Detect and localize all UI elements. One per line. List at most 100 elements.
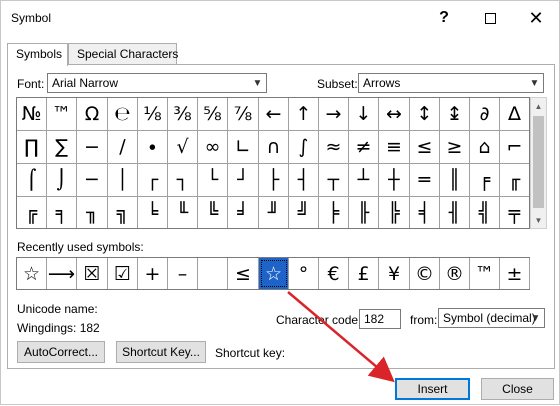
symbol-cell[interactable]: ╜	[259, 197, 289, 228]
recent-symbol-cell[interactable]: ¥	[379, 258, 410, 289]
symbol-cell[interactable]: ⌐	[500, 131, 529, 164]
symbol-cell[interactable]: ↑	[289, 98, 319, 131]
scroll-down-icon[interactable]: ▼	[531, 212, 546, 228]
symbol-cell[interactable]: ∏	[17, 131, 47, 164]
symbol-cell[interactable]: ∆	[500, 98, 529, 131]
symbol-grid-scrollbar[interactable]: ▲ ▼	[530, 97, 547, 229]
symbol-cell[interactable]: ╟	[349, 197, 379, 228]
maximize-button[interactable]	[467, 1, 513, 35]
symbol-cell[interactable]: №	[17, 98, 47, 131]
symbol-cell[interactable]: ╗	[108, 197, 138, 228]
symbol-cell[interactable]: ≠	[349, 131, 379, 164]
recent-symbol-cell[interactable]: £	[349, 258, 379, 289]
symbol-cell[interactable]: ⅜	[168, 98, 198, 131]
symbol-cell[interactable]: ∑	[47, 131, 77, 164]
symbol-cell[interactable]: ╒	[470, 164, 500, 197]
symbol-cell[interactable]: ┴	[349, 164, 379, 197]
symbol-cell[interactable]: ═	[410, 164, 440, 197]
character-code-input[interactable]: 182	[359, 309, 401, 329]
symbol-cell[interactable]: ⌠	[17, 164, 47, 197]
symbol-cell[interactable]: ⅞	[228, 98, 259, 131]
recent-symbol-cell[interactable]: ™	[470, 258, 500, 289]
symbol-cell[interactable]: ╞	[319, 197, 349, 228]
symbol-cell[interactable]: ∂	[470, 98, 500, 131]
symbol-cell[interactable]: ╖	[77, 197, 108, 228]
symbol-cell[interactable]: ≥	[440, 131, 470, 164]
symbol-cell[interactable]: ↨	[440, 98, 470, 131]
recent-symbol-cell[interactable]: €	[319, 258, 349, 289]
symbol-cell[interactable]: ─	[77, 164, 108, 197]
symbol-cell[interactable]: ║	[440, 164, 470, 197]
window-close-button[interactable]: ✕	[513, 1, 559, 35]
scroll-up-icon[interactable]: ▲	[531, 98, 546, 114]
symbol-cell[interactable]: −	[77, 131, 108, 164]
symbol-cell[interactable]: ↕	[410, 98, 440, 131]
symbol-cell[interactable]: ∫	[289, 131, 319, 164]
insert-button[interactable]: Insert	[395, 378, 470, 400]
recent-symbol-cell[interactable]: ®	[440, 258, 470, 289]
symbol-cell[interactable]: ╣	[470, 197, 500, 228]
symbol-cell[interactable]: ⅝	[198, 98, 228, 131]
symbol-cell[interactable]: ∞	[198, 131, 228, 164]
symbol-cell[interactable]: ℮	[108, 98, 138, 131]
symbol-cell[interactable]: ≤	[410, 131, 440, 164]
symbol-cell[interactable]: √	[168, 131, 198, 164]
symbol-cell[interactable]: ┤	[289, 164, 319, 197]
symbol-cell[interactable]: ╛	[228, 197, 259, 228]
symbol-cell[interactable]: └	[198, 164, 228, 197]
symbol-cell[interactable]: ┘	[228, 164, 259, 197]
recent-symbol-cell[interactable]: ±	[500, 258, 530, 289]
symbol-cell[interactable]: ∟	[228, 131, 259, 164]
scroll-thumb[interactable]	[533, 116, 544, 208]
recent-symbol-cell[interactable]: ☆	[259, 258, 289, 289]
symbol-cell[interactable]: ╤	[500, 197, 529, 228]
tab-symbols[interactable]: Symbols	[7, 43, 68, 66]
symbol-cell[interactable]: ⅛	[138, 98, 168, 131]
symbol-cell[interactable]: Ω	[77, 98, 108, 131]
symbol-cell[interactable]: ↓	[349, 98, 379, 131]
tab-special-characters[interactable]: Special Characters	[68, 43, 178, 64]
recent-symbol-cell[interactable]: ☆	[17, 258, 47, 289]
symbol-cell[interactable]: ∕	[108, 131, 138, 164]
symbol-cell[interactable]: →	[319, 98, 349, 131]
symbol-cell[interactable]: ╝	[289, 197, 319, 228]
symbol-cell[interactable]: ≡	[379, 131, 410, 164]
symbol-cell[interactable]: ←	[259, 98, 289, 131]
subset-select[interactable]: Arrows ▼	[358, 73, 544, 93]
symbol-cell[interactable]: ⌂	[470, 131, 500, 164]
symbol-cell[interactable]: ╘	[138, 197, 168, 228]
shortcut-key-button[interactable]: Shortcut Key...	[116, 341, 206, 363]
symbol-cell[interactable]: ┬	[319, 164, 349, 197]
symbol-cell[interactable]: ╙	[168, 197, 198, 228]
symbol-cell[interactable]: ╚	[198, 197, 228, 228]
help-button[interactable]: ?	[421, 1, 467, 35]
symbol-cell[interactable]: ⌡	[47, 164, 77, 197]
recent-symbol-cell[interactable]: –	[168, 258, 198, 289]
symbol-cell[interactable]: ╕	[47, 197, 77, 228]
font-select[interactable]: Arial Narrow ▼	[47, 73, 267, 93]
symbol-cell[interactable]: ╢	[440, 197, 470, 228]
autocorrect-button[interactable]: AutoCorrect...	[17, 341, 105, 363]
symbol-cell[interactable]: ↔	[379, 98, 410, 131]
symbol-cell[interactable]: ╔	[17, 197, 47, 228]
recent-symbol-cell[interactable]: ☒	[77, 258, 108, 289]
symbol-cell[interactable]: ┼	[379, 164, 410, 197]
symbol-cell[interactable]: ╠	[379, 197, 410, 228]
recent-symbol-cell[interactable]: ≤	[228, 258, 259, 289]
recent-symbol-cell[interactable]: +	[138, 258, 168, 289]
symbol-cell[interactable]: │	[108, 164, 138, 197]
close-button[interactable]: Close	[481, 378, 554, 400]
symbol-cell[interactable]: ┐	[168, 164, 198, 197]
from-select[interactable]: Symbol (decimal) ▼	[438, 308, 545, 328]
symbol-cell[interactable]: ≈	[319, 131, 349, 164]
recent-symbol-cell[interactable]: °	[289, 258, 319, 289]
symbol-cell[interactable]: ├	[259, 164, 289, 197]
symbol-cell[interactable]: ╓	[500, 164, 529, 197]
symbol-cell[interactable]: ┌	[138, 164, 168, 197]
recent-symbol-cell[interactable]	[198, 258, 228, 289]
symbol-cell[interactable]: ∩	[259, 131, 289, 164]
symbol-cell[interactable]: ™	[47, 98, 77, 131]
recent-symbol-cell[interactable]: ©	[410, 258, 440, 289]
recent-symbol-cell[interactable]: ☑	[108, 258, 138, 289]
recent-symbol-cell[interactable]: ⟶	[47, 258, 77, 289]
